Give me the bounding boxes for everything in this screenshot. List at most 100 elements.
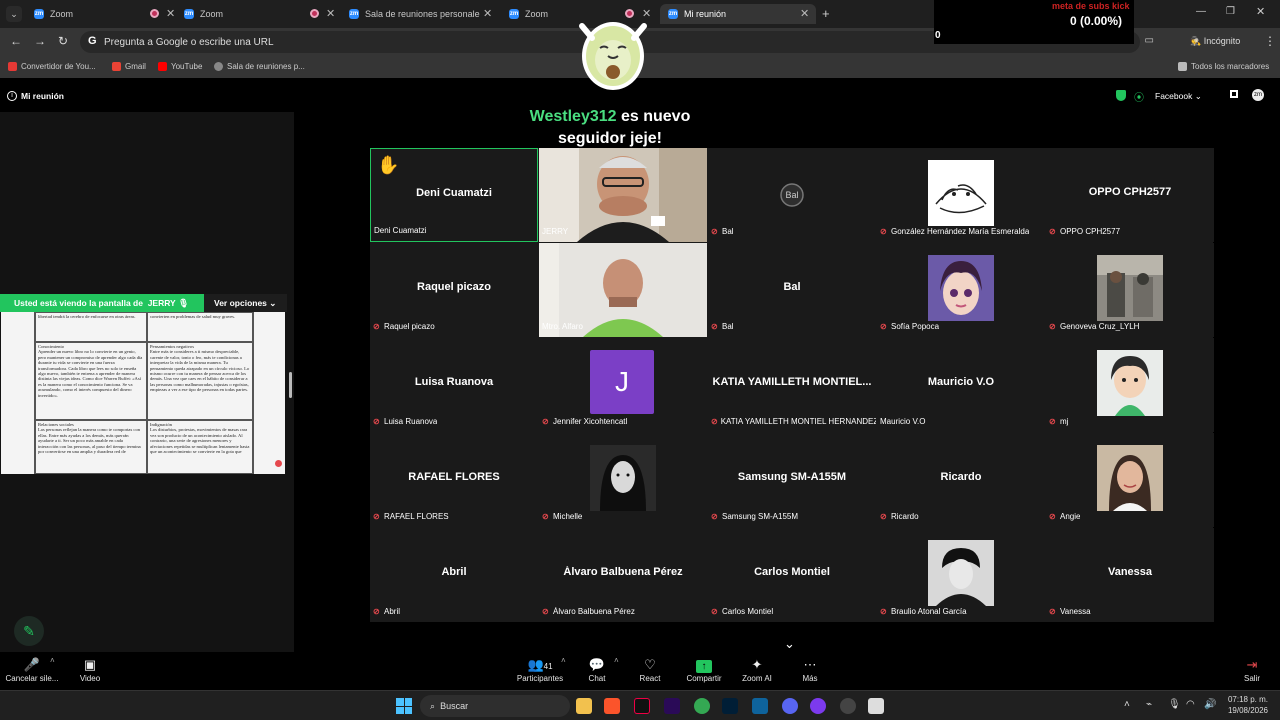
- info-icon[interactable]: i: [7, 91, 17, 101]
- mic-muted-icon: ⊘: [1049, 417, 1056, 426]
- participant-tile[interactable]: ⊘ Braulio Atonal García: [877, 528, 1045, 622]
- tab-search-button[interactable]: ⌄: [6, 6, 22, 22]
- react-button[interactable]: ♡ React: [620, 656, 680, 683]
- participant-tile[interactable]: ⊘ Michelle: [539, 433, 707, 527]
- app-icon[interactable]: [840, 698, 856, 714]
- participant-name-label: ⊘ OPPO CPH2577: [1049, 227, 1120, 236]
- side-panel-icon[interactable]: ▭: [1145, 35, 1154, 46]
- participant-tile[interactable]: Vanessa ⊘ Vanessa: [1046, 528, 1214, 622]
- browser-tab[interactable]: zm Sala de reuniones personales d ✕: [341, 4, 501, 24]
- forward-icon[interactable]: →: [34, 34, 46, 48]
- participant-display-name: Deni Cuamatzi: [416, 187, 492, 199]
- participant-tile[interactable]: Mauricio V.O Mauricio V.O: [877, 338, 1045, 432]
- share-banner: Usted está viendo la pantalla de JERRY 🎙…: [0, 294, 287, 312]
- bookmark-item[interactable]: Gmail: [112, 62, 146, 71]
- more-button[interactable]: ⋯ Más: [780, 656, 840, 683]
- file-explorer-icon[interactable]: [576, 698, 592, 714]
- network-icon[interactable]: ⌁: [1146, 699, 1152, 710]
- photoshop-icon[interactable]: [722, 698, 738, 714]
- view-selector[interactable]: Facebook ⌄: [1155, 91, 1202, 102]
- close-window-icon[interactable]: ✕: [1256, 5, 1265, 18]
- mic-tray-icon[interactable]: 🎙: [1168, 699, 1181, 710]
- participant-tile[interactable]: Bal ⊘ Bal: [708, 243, 876, 337]
- premiere-icon[interactable]: [664, 698, 680, 714]
- participant-tile[interactable]: Álvaro Balbuena Pérez ⊘ Álvaro Balbuena Pé…: [539, 528, 707, 622]
- close-icon[interactable]: ✕: [166, 7, 175, 20]
- participant-tile[interactable]: KATIA YAMILLETH MONTIEL... ⊘ KATIA YAMILLE…: [708, 338, 876, 432]
- participant-tile[interactable]: RAFAEL FLORES ⊘ RAFAEL FLORES: [370, 433, 538, 527]
- bookmark-item[interactable]: Sala de reuniones p...: [214, 62, 305, 71]
- minimize-icon[interactable]: —: [1196, 6, 1206, 17]
- live-stream-icon[interactable]: ⦿: [1134, 89, 1144, 104]
- participant-name: Álvaro Balbuena Pérez: [553, 607, 635, 616]
- reload-icon[interactable]: ↻: [58, 34, 68, 48]
- participant-tile[interactable]: J ⊘ Jennifer Xicohtencatl: [539, 338, 707, 432]
- clock[interactable]: 07:18 p. m. 19/08/2026: [1224, 694, 1268, 716]
- panel-resize-handle[interactable]: [289, 372, 292, 398]
- bookmark-item[interactable]: Convertidor de You...: [8, 62, 96, 71]
- profile-avatar[interactable]: zm: [1252, 89, 1264, 101]
- participant-tile[interactable]: OPPO CPH2577 ⊘ OPPO CPH2577: [1046, 148, 1214, 242]
- security-shield-icon[interactable]: [1116, 90, 1126, 101]
- menu-icon[interactable]: ⋮: [1264, 34, 1276, 48]
- participant-name: Vanessa: [1060, 607, 1091, 616]
- app-icon[interactable]: [868, 698, 884, 714]
- incognito-indicator[interactable]: 🕵 Incógnito: [1190, 36, 1240, 47]
- participant-display-name: Raquel picazo: [417, 281, 491, 293]
- participant-name-label: JERRY: [542, 227, 568, 236]
- bookmark-item[interactable]: YouTube: [158, 62, 202, 71]
- collapse-chevron-icon[interactable]: ⌄: [784, 636, 795, 652]
- browser-tab[interactable]: zm Zoom ✕: [176, 4, 341, 24]
- participant-tile[interactable]: Luisa Ruanova ⊘ Luisa Ruanova: [370, 338, 538, 432]
- vscode-like-icon[interactable]: [752, 698, 768, 714]
- all-bookmarks[interactable]: Todos los marcadores: [1178, 62, 1269, 71]
- system-tray[interactable]: ˄: [1124, 699, 1130, 710]
- share-screen-button[interactable]: ↑ Compartir: [674, 656, 734, 683]
- volume-icon[interactable]: 🔊: [1204, 699, 1216, 710]
- leave-button[interactable]: ⇥ Salir: [1222, 656, 1280, 683]
- meeting-title[interactable]: Mi reunión: [21, 91, 64, 101]
- restore-icon[interactable]: ❐: [1226, 6, 1235, 17]
- close-icon[interactable]: ✕: [483, 7, 492, 20]
- participant-tile[interactable]: ⊘ mj: [1046, 338, 1214, 432]
- wifi-icon[interactable]: ◠: [1186, 699, 1195, 710]
- close-icon[interactable]: ✕: [800, 7, 809, 20]
- participant-display-name: KATIA YAMILLETH MONTIEL...: [712, 376, 872, 388]
- participant-tile[interactable]: Samsung SM-A155M ⊘ Samsung SM-A155M: [708, 433, 876, 527]
- participant-tile[interactable]: Deni Cuamatzi ✋ Deni Cuamatzi: [370, 148, 538, 242]
- participant-tile[interactable]: Carlos Montiel ⊘ Carlos Montiel: [708, 528, 876, 622]
- tiktok-icon[interactable]: [634, 698, 650, 714]
- discord-icon[interactable]: [782, 698, 798, 714]
- participant-tile[interactable]: Ricardo ⊘ Ricardo: [877, 433, 1045, 527]
- brave-icon[interactable]: [604, 698, 620, 714]
- browser-tab-active[interactable]: zm Mi reunión ✕: [660, 4, 816, 24]
- participant-tile[interactable]: Mtro. Alfaro: [539, 243, 707, 337]
- participant-tile[interactable]: Raquel picazo ⊘ Raquel picazo: [370, 243, 538, 337]
- participant-tile[interactable]: ⊘ Sofía Popoca: [877, 243, 1045, 337]
- obs-icon[interactable]: [810, 698, 826, 714]
- participant-tile[interactable]: ⊘ Angie: [1046, 433, 1214, 527]
- participant-name-label: ⊘ Álvaro Balbuena Pérez: [542, 607, 635, 616]
- participant-name-label: Deni Cuamatzi: [374, 226, 426, 235]
- annotate-button[interactable]: ✎: [14, 616, 44, 646]
- view-options-button[interactable]: Ver opciones ⌄: [204, 294, 287, 312]
- participant-tile[interactable]: Bal ⊘ Bal: [708, 148, 876, 242]
- video-button[interactable]: ▣ Video: [60, 656, 120, 683]
- browser-tab[interactable]: zm Zoom ✕: [26, 4, 176, 24]
- participant-tile[interactable]: ⊘ Genoveva Cruz_LYLH: [1046, 243, 1214, 337]
- participant-tile[interactable]: ⊘ González Hernández María Esmeralda: [877, 148, 1045, 242]
- chat-options-chevron[interactable]: ˄: [614, 656, 619, 665]
- audio-options-chevron[interactable]: ˄: [50, 656, 55, 665]
- chrome-icon[interactable]: [694, 698, 710, 714]
- windows-start-icon[interactable]: [396, 698, 412, 714]
- participant-tile[interactable]: Abril ⊘ Abril: [370, 528, 538, 622]
- zoom-ai-button[interactable]: ✦ Zoom AI: [727, 656, 787, 683]
- taskbar-search[interactable]: ⌕ Buscar: [420, 695, 570, 717]
- mic-muted-icon: ⊘: [373, 607, 380, 616]
- participants-options-chevron[interactable]: ˄: [561, 656, 566, 665]
- grid-view-icon[interactable]: [1230, 90, 1238, 98]
- close-icon[interactable]: ✕: [326, 7, 335, 20]
- new-tab-button[interactable]: +: [822, 6, 830, 21]
- back-icon[interactable]: ←: [10, 34, 22, 48]
- participant-tile[interactable]: JERRY: [539, 148, 707, 242]
